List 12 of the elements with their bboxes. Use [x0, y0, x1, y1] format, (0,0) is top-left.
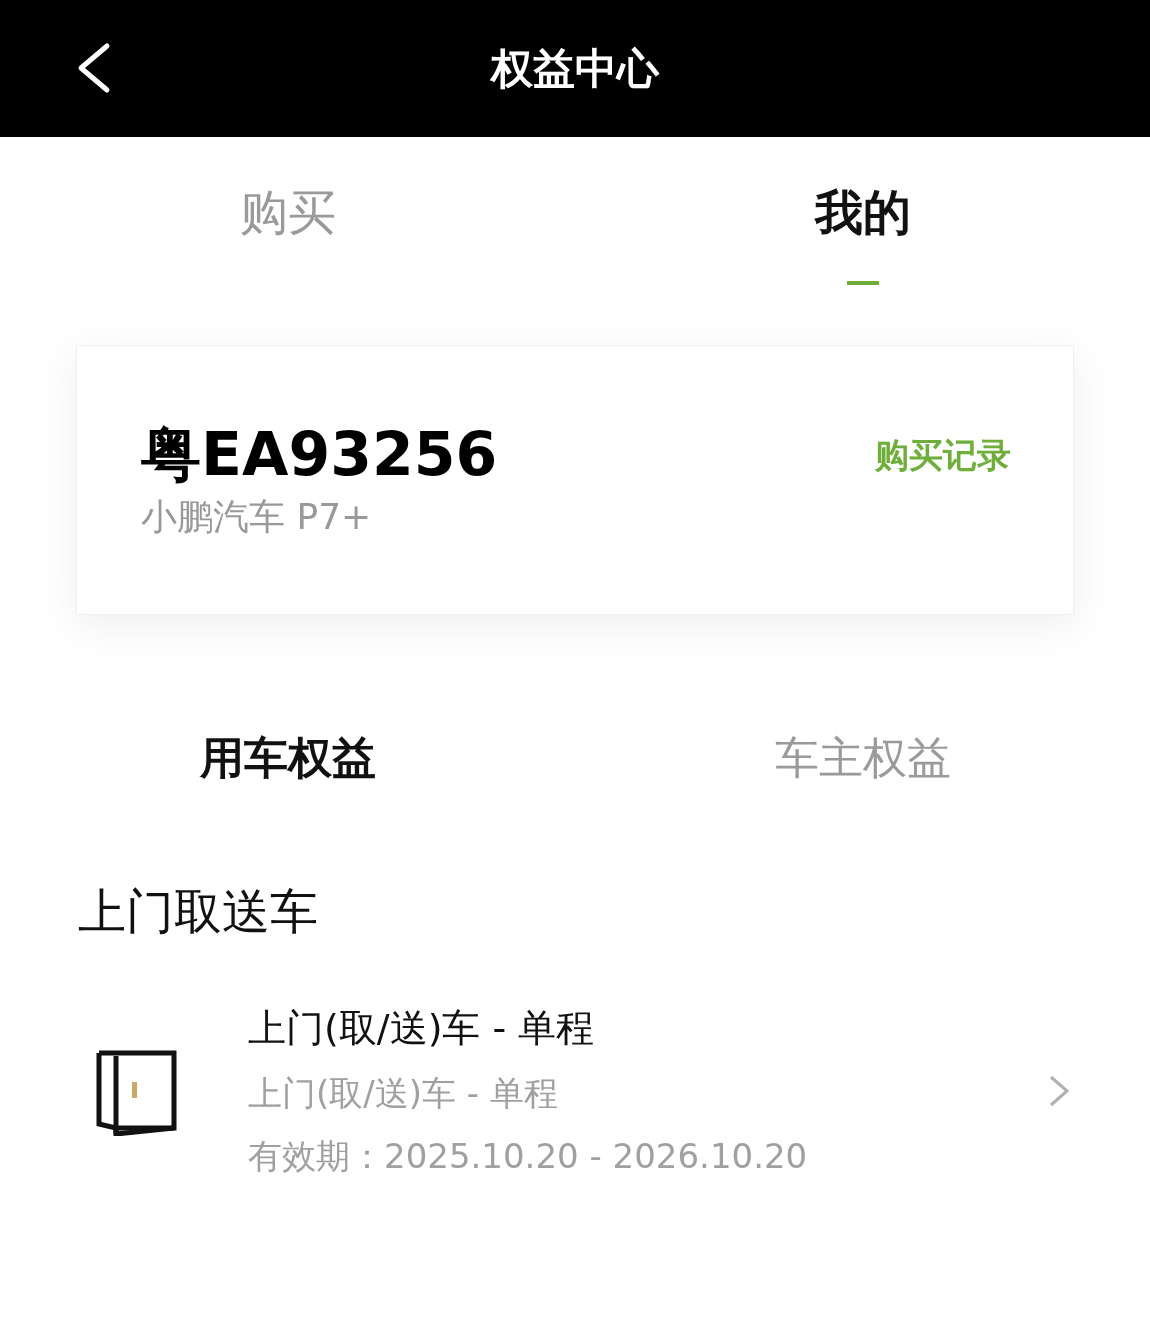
- chevron-right-icon: [1048, 1074, 1070, 1108]
- page-title: 权益中心: [491, 43, 659, 95]
- benefit-tab[interactable]: 用车权益: [0, 715, 575, 801]
- item-subtitle: 上门(取/送)车 - 单程: [248, 1072, 559, 1115]
- section-title: 上门取送车: [78, 882, 319, 941]
- back-icon: [75, 42, 111, 94]
- tab[interactable]: 我的: [575, 137, 1150, 307]
- vehicle-model: 小鹏汽车 P7+: [141, 495, 373, 539]
- validity-period: 有效期：2025.10.20 - 2026.10.20: [248, 1135, 809, 1178]
- item-title: 上门(取/送)车 - 单程: [248, 1005, 596, 1052]
- license-plate: 粤EA93256: [141, 418, 498, 491]
- benefit-item[interactable]: 上门(取/送)车 - 单程 上门(取/送)车 - 单程 有效期：2025.10.20 - 2026.10.20: [76, 996, 1074, 1186]
